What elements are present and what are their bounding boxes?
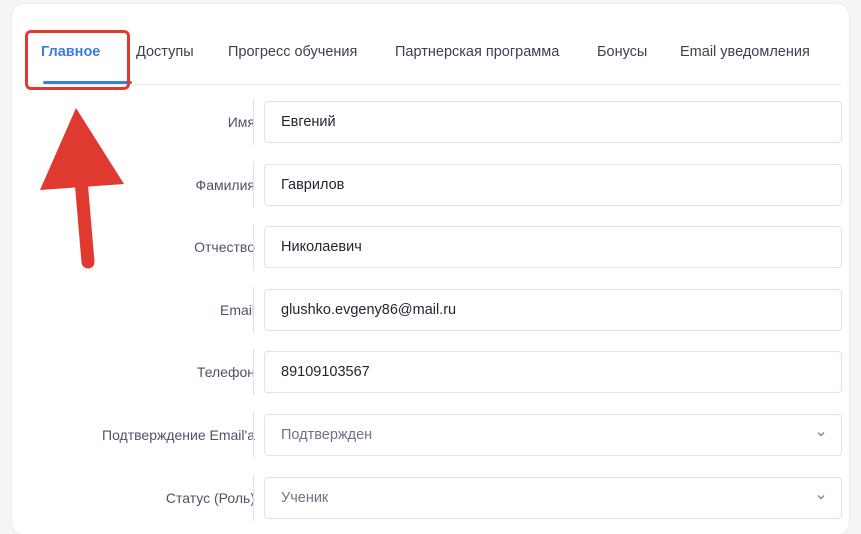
email-confirmation-label: Подтверждение Email'a	[102, 427, 255, 443]
status-row: Статус (Роль) Ученик	[24, 475, 861, 521]
row-divider	[253, 475, 254, 521]
status-label: Статус (Роль)	[165, 490, 255, 506]
row-divider	[253, 412, 254, 458]
tab-bar: Главное Доступы Прогресс обучения Партне…	[30, 26, 842, 85]
row-divider	[253, 224, 254, 270]
patronymic-field[interactable]: Николаевич	[264, 226, 842, 268]
first-name-field[interactable]: Евгений	[264, 101, 842, 143]
tab-access[interactable]: Доступы	[136, 44, 194, 60]
first-name-row: Имя Евгений	[24, 99, 861, 145]
email-label: Email	[219, 302, 255, 318]
status-value: Ученик	[281, 490, 329, 506]
chevron-down-icon	[817, 432, 825, 437]
tab-highlight-box	[25, 30, 130, 90]
last-name-label: Фамилия	[195, 177, 255, 193]
email-confirmation-select[interactable]: Подтвержден	[264, 414, 842, 456]
email-field[interactable]: glushko.evgeny86@mail.ru	[264, 289, 842, 331]
tab-email-notifications[interactable]: Email уведомления	[680, 44, 810, 60]
status-select[interactable]: Ученик	[264, 477, 842, 519]
email-row: Email glushko.evgeny86@mail.ru	[24, 287, 861, 333]
profile-card: Главное Доступы Прогресс обучения Партне…	[12, 4, 849, 534]
patronymic-label: Отчество	[194, 239, 255, 255]
first-name-label: Имя	[227, 114, 255, 130]
row-divider	[253, 287, 254, 333]
row-divider	[253, 349, 254, 395]
phone-row: Телефон 89109103567	[24, 349, 861, 395]
row-divider	[253, 162, 254, 208]
last-name-row: Фамилия Гаврилов	[24, 162, 861, 208]
phone-field[interactable]: 89109103567	[264, 351, 842, 393]
last-name-field[interactable]: Гаврилов	[264, 164, 842, 206]
chevron-down-icon	[817, 495, 825, 500]
tab-partner-program[interactable]: Партнерская программа	[395, 44, 559, 60]
row-divider	[253, 99, 254, 145]
email-confirmation-value: Подтвержден	[281, 427, 373, 443]
patronymic-row: Отчество Николаевич	[24, 224, 861, 270]
tab-bonuses[interactable]: Бонусы	[597, 44, 647, 60]
phone-label: Телефон	[196, 364, 255, 380]
tab-learning-progress[interactable]: Прогресс обучения	[228, 44, 357, 60]
email-confirmation-row: Подтверждение Email'a Подтвержден	[24, 412, 861, 458]
